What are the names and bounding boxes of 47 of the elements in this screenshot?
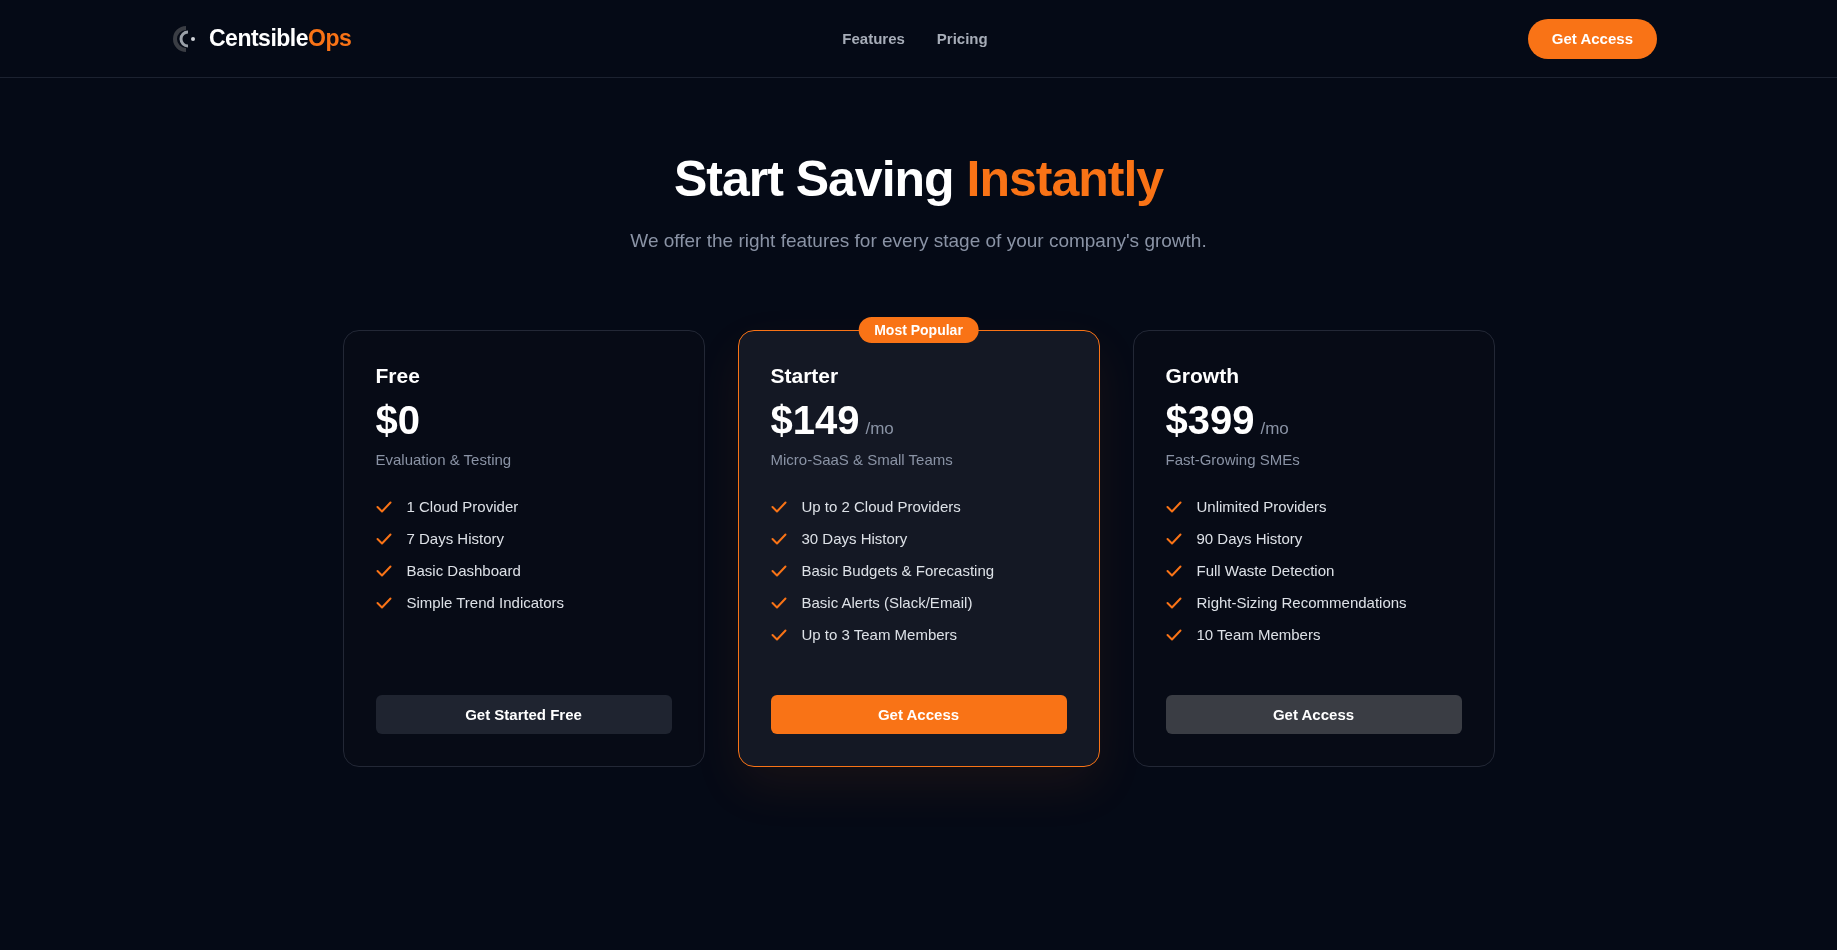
feature-text: Basic Dashboard (406, 562, 521, 579)
feature-text: Basic Budgets & Forecasting (801, 562, 995, 579)
check-icon (1165, 628, 1182, 641)
nav-link[interactable]: Features (842, 30, 905, 47)
check-icon (770, 564, 787, 577)
check-icon (770, 596, 787, 609)
check-icon (1165, 532, 1182, 545)
plan-button[interactable]: Get Started Free (375, 695, 672, 734)
feature-text: Unlimited Providers (1196, 498, 1327, 515)
feature-text: Basic Alerts (Slack/Email) (801, 594, 973, 611)
plan-tagline: Fast-Growing SMEs (1165, 451, 1301, 468)
plan-tagline: Evaluation & Testing (375, 451, 513, 468)
check-icon (770, 532, 787, 545)
check-icon (1165, 564, 1182, 577)
feature-text: Full Waste Detection (1196, 562, 1335, 579)
check-icon (375, 564, 392, 577)
feature-text: 90 Days History (1196, 530, 1303, 547)
feature-text: Up to 3 Team Members (801, 626, 958, 643)
plan-name: Growth (1165, 364, 1240, 388)
check-icon (375, 500, 392, 513)
hero-title: Start Saving Instantly (673, 150, 1164, 208)
plan-name: Starter (770, 364, 840, 388)
popular-badge: Most Popular (858, 317, 979, 343)
hero-subtitle: We offer the right features for every stage of your company's growth. (630, 230, 1207, 252)
price-period: /mo (1260, 419, 1289, 439)
plan-price: $399 (1165, 398, 1255, 443)
nav-link[interactable]: Pricing (936, 30, 988, 47)
plan-tagline: Micro-SaaS & Small Teams (770, 451, 954, 468)
plan-button[interactable]: Get Access (1165, 695, 1462, 734)
feature-text: 1 Cloud Provider (406, 498, 519, 515)
feature-text: 30 Days History (801, 530, 908, 547)
check-icon (770, 500, 787, 513)
feature-text: 7 Days History (406, 530, 505, 547)
feature-text: 10 Team Members (1196, 626, 1321, 643)
check-icon (375, 596, 392, 609)
plan-name: Free (375, 364, 421, 388)
feature-text: Right-Sizing Recommendations (1196, 594, 1407, 611)
check-icon (770, 628, 787, 641)
feature-text: Simple Trend Indicators (406, 594, 565, 611)
plan-price: $0 (375, 398, 420, 443)
check-icon (1165, 596, 1182, 609)
feature-text: Up to 2 Cloud Providers (801, 498, 961, 515)
check-icon (1165, 500, 1182, 513)
plan-price: $149 (770, 398, 860, 443)
logo-wordmark[interactable]: CentsibleOps (209, 25, 352, 52)
price-period: /mo (865, 419, 894, 439)
check-icon (375, 532, 392, 545)
